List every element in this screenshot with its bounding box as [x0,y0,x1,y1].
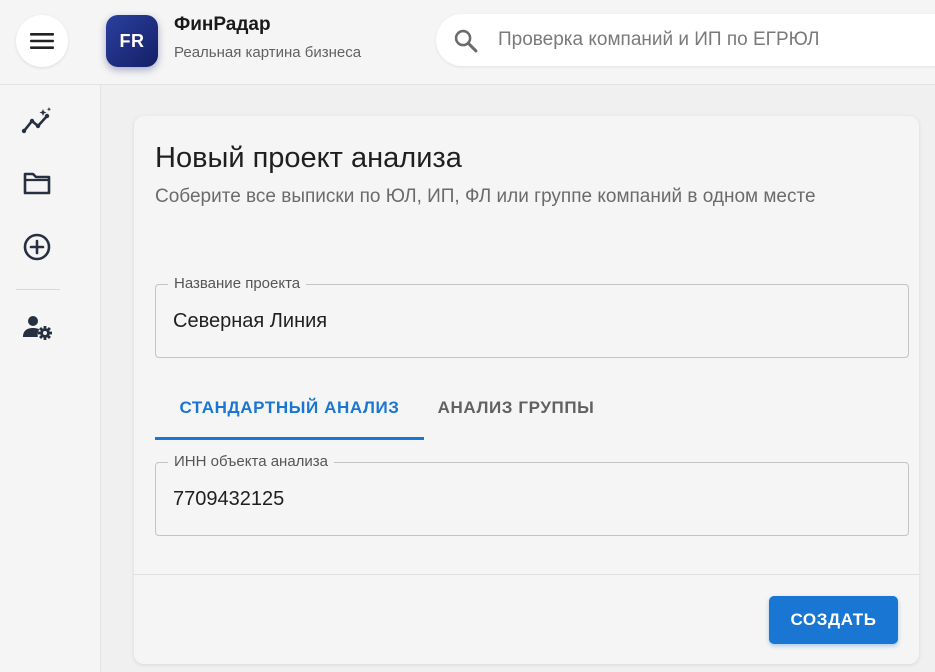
tab-group-analysis[interactable]: АНАЛИЗ ГРУППЫ [424,378,608,438]
new-project-card: Новый проект анализа Соберите все выписк… [134,116,919,664]
analytics-icon [21,107,52,134]
analysis-type-tabs: СТАНДАРТНЫЙ АНАЛИЗ АНАЛИЗ ГРУППЫ [155,378,907,440]
search-bar[interactable] [436,14,935,66]
page-title: Новый проект анализа [155,142,462,174]
inn-input[interactable] [173,463,893,535]
sidebar-nav [0,85,101,672]
menu-button[interactable] [16,15,68,67]
create-button[interactable]: СОЗДАТЬ [769,596,898,644]
search-icon[interactable] [452,27,480,55]
project-name-input[interactable] [173,285,893,357]
sidebar-item-analytics[interactable] [16,100,58,142]
brand-tagline: Реальная картина бизнеса [174,44,362,61]
search-input[interactable] [498,14,928,66]
inn-field[interactable]: ИНН объекта анализа [155,453,909,536]
tab-standard-analysis[interactable]: СТАНДАРТНЫЙ АНАЛИЗ [155,378,424,440]
sidebar-divider [16,289,60,290]
folder-icon [23,172,51,195]
page-subtitle: Соберите все выписки по ЮЛ, ИП, ФЛ или г… [155,186,816,207]
app-logo[interactable]: FR [106,15,158,67]
hamburger-icon [30,33,54,49]
sidebar-item-new-project[interactable] [16,226,58,268]
brand-name: ФинРадар [174,14,271,35]
add-circle-icon [23,233,51,261]
project-name-field[interactable]: Название проекта [155,275,909,358]
sidebar-item-account-settings[interactable] [16,306,58,348]
card-divider [134,574,919,575]
logo-text: FR [119,30,145,51]
top-app-bar: FR ФинРадар Реальная картина бизнеса [0,0,935,85]
user-settings-icon [23,316,52,340]
sidebar-item-projects[interactable] [16,162,58,204]
